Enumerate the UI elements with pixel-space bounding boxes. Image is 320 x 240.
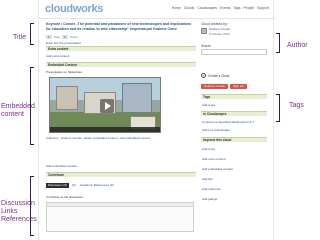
action-add-embedded-content[interactable]: Add embedded content	[202, 167, 233, 171]
edit-link[interactable]: Enter Enr the presentation	[46, 41, 81, 45]
delete-embedded-link[interactable]: delete embedded content	[84, 136, 118, 140]
editor-toolbar[interactable]	[47, 203, 193, 207]
nav-people[interactable]: People	[244, 6, 255, 10]
action-add-gadget[interactable]: Add gadget	[202, 197, 217, 201]
nav-tags[interactable]: Tags	[233, 6, 240, 10]
embedded-content-bar: Embedded Content	[46, 62, 196, 67]
plus-icon: +	[201, 73, 206, 78]
video-building-1	[56, 86, 78, 110]
sign-out-button[interactable]: Sign out	[230, 84, 248, 89]
play-icon[interactable]	[100, 99, 114, 113]
nav-home[interactable]: Home	[172, 6, 181, 10]
discussion-tabs: Discussion (0) (0) Academic References (…	[46, 183, 115, 188]
add-embedded-content-link[interactable]: Add embedded content	[46, 164, 77, 168]
header-divider	[39, 18, 275, 19]
discussion-editor[interactable]	[46, 202, 194, 232]
extra-content-bar: Extra content	[46, 46, 196, 51]
title-brace	[30, 23, 34, 45]
video-building-3	[122, 83, 152, 113]
tag-count: 1	[46, 35, 52, 39]
embedded-brace	[30, 67, 34, 145]
tab-discussion[interactable]: Discussion (0)	[46, 183, 70, 188]
add-extra-content-link[interactable]: Add extra content	[46, 54, 70, 58]
added-by-author[interactable]: Grainne Conole	[61, 136, 82, 140]
account-buttons: Grainne Conole Sign out	[201, 84, 248, 89]
video-controls[interactable]	[50, 127, 160, 132]
cloudscape-item[interactable]: Conference Specified Web/Learnin & T	[202, 120, 254, 124]
avatar[interactable]	[201, 28, 207, 34]
contribute-label: Contribute to the discussion	[46, 195, 84, 199]
action-add-link[interactable]: Add link	[202, 177, 213, 181]
nav-support[interactable]: Support	[257, 6, 269, 10]
edit-embedded-link[interactable]: edit embedded content	[120, 136, 151, 140]
author-heading: Cloud created by:	[201, 22, 228, 26]
callout-tags: Tags	[289, 102, 304, 109]
tags-heading: Tags	[201, 94, 267, 99]
embedded-presentation[interactable]	[49, 77, 161, 133]
author-brace	[276, 33, 280, 53]
tags-brace	[276, 94, 280, 122]
discussion-brace	[30, 176, 34, 236]
view-count: 1	[62, 35, 68, 39]
contribute-bar: Contribute	[46, 172, 196, 177]
tab-links[interactable]: (0)	[71, 183, 77, 188]
author-date: 6 October 2010	[209, 31, 230, 36]
create-cloud-row[interactable]: + Create a Cloud	[201, 73, 229, 78]
added-by-row: Added by Grainne Conole delete embedded …	[46, 136, 150, 140]
add-tag-link[interactable]: Add a tag	[202, 103, 215, 107]
tab-references[interactable]: Academic References (0)	[79, 183, 115, 188]
callout-author: Author	[287, 42, 308, 49]
nav-cloudscapes[interactable]: Cloudscapes	[197, 6, 217, 10]
nav-clouds[interactable]: Clouds	[184, 6, 195, 10]
search-input[interactable]	[201, 49, 267, 55]
action-add-tag[interactable]: Add a tag	[202, 147, 215, 151]
action-add-extra-content[interactable]: Add extra content	[202, 157, 226, 161]
tag-count-label: Tags	[53, 35, 61, 39]
top-nav: Home Clouds Cloudscapes Events Tags Peop…	[172, 6, 269, 10]
added-by-label: Added by	[46, 136, 59, 140]
callout-title: Title	[13, 34, 26, 41]
author-block: Grainne Conole 6 October 2010	[201, 27, 230, 36]
search-label: Search	[201, 44, 212, 48]
cloud-meta: 1 Tags 1 Views	[46, 35, 78, 39]
create-cloud-label: Create a Cloud	[208, 73, 230, 78]
action-add-reference[interactable]: Add reference	[202, 187, 221, 191]
improve-heading: Improve this cloud	[201, 137, 267, 142]
presentation-label: Presentation on Slideshare	[46, 70, 83, 74]
add-to-cloudscape-link[interactable]: Add to a Cloudscape	[202, 128, 230, 132]
cloudworks-logo[interactable]: cloudworks	[45, 3, 103, 15]
cloudworks-page: cloudworks Home Clouds Cloudscapes Event…	[38, 0, 275, 240]
view-count-label: Views	[69, 35, 78, 39]
nav-events[interactable]: Events	[220, 6, 230, 10]
cloudscapes-heading: In Cloudscapes	[201, 111, 267, 116]
cloud-title: Keynote / Conole -The potential and para…	[46, 22, 192, 31]
user-button[interactable]: Grainne Conole	[201, 84, 229, 89]
